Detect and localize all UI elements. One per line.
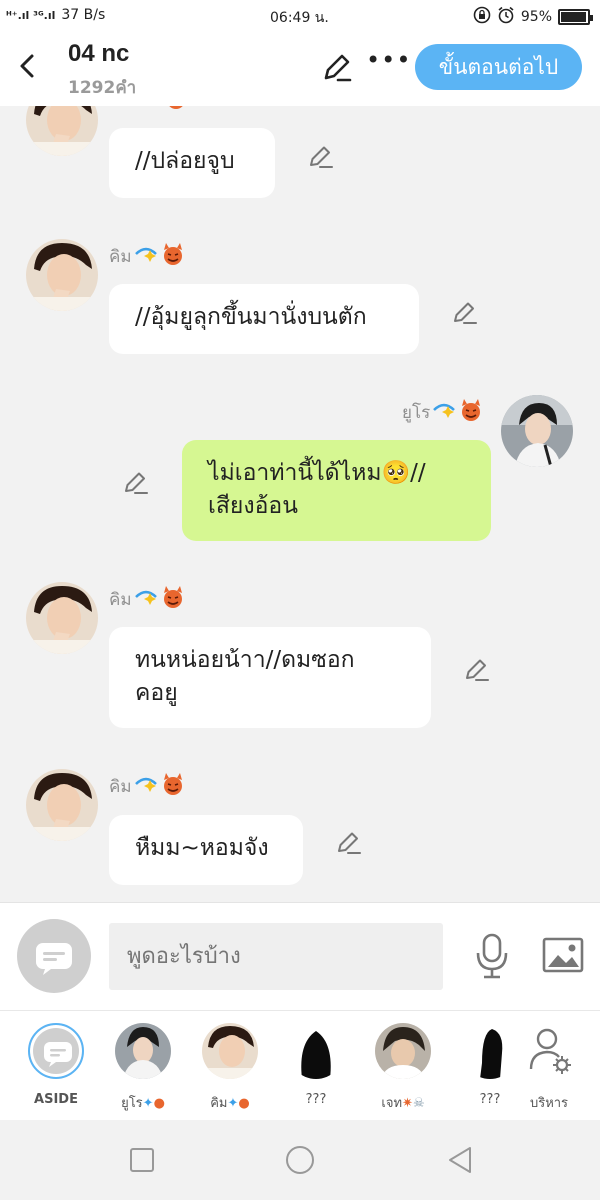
pencil-icon[interactable] [122,468,150,496]
character-unknown[interactable]: ??? [283,1023,349,1107]
character-aside[interactable]: ASIDE [23,1023,89,1107]
devil-icon [160,772,186,801]
sparkle-icon [432,400,456,425]
character-avatar [462,1023,518,1079]
manage-characters[interactable]: บริหาร [516,1023,582,1113]
home-button[interactable] [284,1144,316,1176]
alarm-icon [497,6,515,28]
back-button[interactable] [444,1144,476,1176]
page-title: 04 nc [68,40,130,67]
edit-icon[interactable] [320,50,354,84]
character-avatar [375,1023,431,1079]
speaker-name-text: ยูโร [402,403,431,423]
battery-fill [561,12,586,22]
skull-icon: ☠ [412,1096,425,1111]
aside-toggle-button[interactable] [17,919,91,993]
system-nav-bar [0,1120,600,1200]
sparkle-icon: ✦ [142,1096,154,1111]
character-name: ยูโร [121,1096,143,1111]
devil-icon: ● [238,1096,250,1111]
message-input[interactable] [109,923,443,990]
header: 04 nc 1292คำ ••• ขั้นตอนต่อไป [0,32,600,106]
battery-icon [558,9,593,25]
message-bubble[interactable]: //อุ้มยูลุกขึ้นมานั่งบนตัก [109,284,419,354]
speaker-name: คิม [109,242,186,271]
character-kim[interactable]: คิม✦● [197,1023,263,1113]
devil-icon [160,585,186,614]
anger-icon: ✷ [402,1096,413,1111]
back-icon[interactable] [14,50,42,82]
sparkle-icon [134,774,158,799]
speaker-name: คิม [109,772,186,801]
character-label: ??? [479,1092,501,1107]
message-bubble[interactable]: ทนหน่อยน้าา//ดมซอก คอยู [109,627,431,728]
pencil-icon[interactable] [335,828,363,856]
character-label: บริหาร [529,1096,569,1111]
word-count: 1292คำ [68,78,137,98]
lock-rotation-icon [473,6,491,28]
image-icon[interactable] [542,937,584,973]
aside-avatar [28,1023,84,1079]
status-right: 95% [473,6,593,28]
more-icon[interactable]: ••• [366,46,411,74]
avatar-kim[interactable] [26,106,98,156]
avatar-kim[interactable] [26,239,98,311]
message-line: ทนหน่อยน้าา//ดมซอก [135,647,355,673]
input-bar [0,902,600,1010]
devil-icon: ● [153,1096,165,1111]
character-yuro[interactable]: ยูโร✦● [110,1023,176,1113]
sparkle-icon [134,587,158,612]
microphone-icon[interactable] [474,933,510,979]
character-name: เจท [381,1096,403,1111]
clock: 06:49 น. [270,10,329,26]
character-label: คิม✦● [197,1092,263,1113]
sparkle-icon: ✦ [227,1096,239,1111]
pencil-icon[interactable] [463,655,491,683]
pencil-icon[interactable] [451,298,479,326]
character-unknown[interactable]: ??? [457,1023,523,1107]
recent-apps-button[interactable] [126,1144,158,1176]
message-line: ไม่เอาท่านี้ได้ไหม🥺// [208,460,426,486]
character-jet[interactable]: เจท✷☠ [370,1023,436,1113]
chat-bubble-icon [36,943,72,975]
message-line: คอยู [135,680,178,706]
signal-indicator: ᴴ⁺.ıl ³ᴳ.ıl [6,8,56,22]
avatar-yuro[interactable] [501,395,573,467]
speaker-name: ยูโร [402,398,484,427]
devil-icon [458,398,484,427]
character-label: เจท✷☠ [370,1092,436,1113]
avatar-kim[interactable] [26,582,98,654]
message-bubble[interactable]: ไม่เอาท่านี้ได้ไหม🥺// เสียงอ้อน [182,440,491,541]
devil-icon [160,242,186,271]
avatar-kim[interactable] [26,769,98,841]
pencil-icon[interactable] [307,142,335,170]
devil-icon [163,106,189,110]
character-avatar [202,1023,258,1079]
manage-icon [521,1023,577,1079]
character-avatar [115,1023,171,1079]
message-bubble[interactable]: หืมม~หอมจัง [109,815,303,885]
character-label: ยูโร✦● [110,1092,176,1113]
character-name: คิม [210,1096,228,1111]
character-avatar [288,1023,344,1079]
message-line: เสียงอ้อน [208,493,298,519]
character-bar: ASIDE ยูโร✦● คิม✦● ??? เจท✷☠ ??? บริหาร [0,1010,600,1120]
character-label: ASIDE [34,1092,78,1107]
network-speed: 37 B/s [61,7,106,23]
character-label: ??? [305,1092,327,1107]
speaker-name-text: คิม [109,777,132,797]
chat-bubble-icon [44,1042,72,1067]
sparkle-icon [134,244,158,269]
speaker-name: คิม [109,585,186,614]
chat-area[interactable]: //ปล่อยจูบ คิม //อุ้มยูลุกขึ้นมานั่งบนตั… [0,106,600,901]
speaker-name-text: คิม [109,247,132,267]
status-bar: ᴴ⁺.ıl ³ᴳ.ıl 37 B/s 06:49 น. 95% [0,0,600,32]
status-left: ᴴ⁺.ıl ³ᴳ.ıl 37 B/s [6,7,105,23]
message-bubble[interactable]: //ปล่อยจูบ [109,128,275,198]
speaker-name-text: คิม [109,590,132,610]
battery-percent: 95% [520,9,552,25]
next-step-button[interactable]: ขั้นตอนต่อไป [415,44,582,90]
